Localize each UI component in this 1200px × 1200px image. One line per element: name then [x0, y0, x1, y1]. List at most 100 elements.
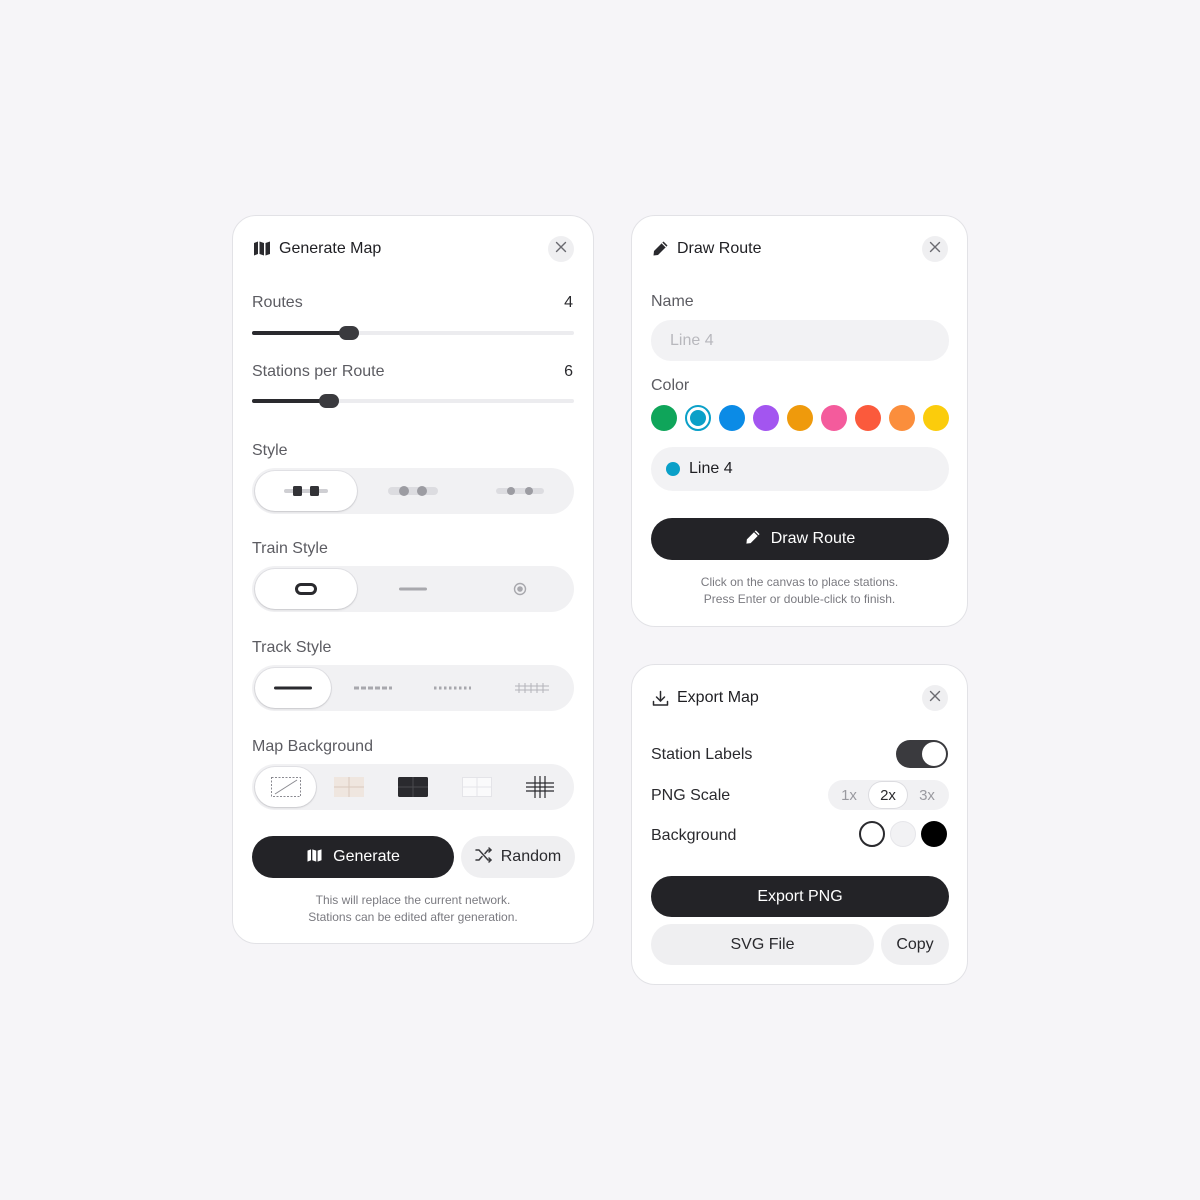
svg-file-button[interactable]: SVG File — [651, 924, 874, 965]
bg-paper-grid-icon — [333, 777, 364, 797]
track-option-dotted[interactable] — [413, 668, 491, 708]
hint-line-1: This will replace the current network. — [315, 893, 511, 907]
hint-line-2: Press Enter or double-click to finish. — [703, 592, 896, 606]
train-option-line[interactable] — [361, 569, 465, 609]
map-icon — [253, 240, 271, 261]
track-rail-icon — [514, 683, 549, 693]
color-label: Color — [651, 377, 690, 394]
routes-slider-thumb[interactable] — [338, 326, 359, 340]
name-label: Name — [651, 293, 694, 310]
png-scale-label: PNG Scale — [651, 787, 731, 804]
style-small-icon — [496, 487, 544, 495]
background-swatch[interactable] — [859, 821, 885, 847]
generate-map-panel: Generate Map Routes 4 Stations per Route… — [232, 215, 594, 944]
style-option-square[interactable] — [255, 471, 357, 511]
train-option-pill[interactable] — [255, 569, 357, 609]
pencil-icon — [745, 529, 761, 550]
track-style-selector — [252, 665, 574, 711]
bg-option-dark[interactable] — [381, 767, 444, 807]
hint-line-1: Click on the canvas to place stations. — [700, 575, 899, 589]
train-line-icon — [399, 587, 427, 591]
copy-button[interactable]: Copy — [881, 924, 949, 965]
color-swatch[interactable] — [685, 405, 711, 431]
train-style-label: Train Style — [252, 540, 328, 557]
train-option-dot[interactable] — [468, 569, 572, 609]
draw-route-button-label: Draw Route — [770, 530, 856, 547]
export-map-panel: Export Map Station Labels PNG Scale 1x 2x… — [631, 664, 968, 985]
color-swatch[interactable] — [719, 405, 745, 431]
color-swatch[interactable] — [753, 405, 779, 431]
bg-option-hash-grid[interactable] — [509, 767, 571, 807]
background-selector — [859, 821, 951, 849]
close-icon — [929, 689, 941, 707]
background-swatch[interactable] — [890, 821, 916, 847]
random-button[interactable]: Random — [461, 836, 575, 878]
track-option-solid[interactable] — [255, 668, 331, 708]
panel-title: Export Map — [677, 689, 759, 706]
bg-light-grid-icon — [461, 777, 492, 797]
png-scale-selector: 1x 2x 3x — [828, 780, 949, 810]
map-background-selector — [252, 764, 574, 810]
route-preview: Line 4 — [651, 447, 949, 491]
random-button-label: Random — [500, 848, 562, 865]
background-swatch[interactable] — [921, 821, 947, 847]
style-option-small[interactable] — [468, 471, 572, 511]
color-swatches — [651, 405, 951, 433]
routes-label: Routes — [252, 294, 303, 311]
train-style-selector — [252, 566, 574, 612]
close-icon — [555, 240, 567, 258]
stations-value: 6 — [564, 363, 573, 380]
color-swatch[interactable] — [855, 405, 881, 431]
bg-hash-grid-icon — [526, 776, 554, 798]
track-option-rail[interactable] — [492, 668, 571, 708]
draw-hint: Click on the canvas to place stations. P… — [632, 574, 967, 608]
close-icon — [929, 240, 941, 258]
export-png-button[interactable]: Export PNG — [651, 876, 949, 917]
copy-label: Copy — [896, 935, 934, 953]
bg-option-light-grid[interactable] — [445, 767, 508, 807]
panel-title: Generate Map — [279, 240, 382, 257]
style-label: Style — [252, 442, 288, 459]
bg-none-icon — [270, 777, 301, 797]
color-swatch[interactable] — [651, 405, 677, 431]
stations-slider-thumb[interactable] — [319, 394, 340, 408]
export-png-label: Export PNG — [757, 887, 843, 905]
routes-slider[interactable] — [252, 326, 574, 340]
style-selector — [252, 468, 574, 514]
map-background-label: Map Background — [252, 738, 373, 755]
color-swatch[interactable] — [821, 405, 847, 431]
close-button[interactable] — [548, 236, 574, 262]
track-solid-icon — [274, 686, 312, 690]
track-dashed-icon — [354, 686, 392, 690]
station-labels-toggle[interactable] — [896, 740, 948, 768]
route-color-dot — [666, 462, 680, 476]
route-preview-label: Line 4 — [689, 460, 733, 477]
routes-value: 4 — [564, 294, 573, 311]
download-icon — [652, 690, 669, 712]
png-scale-option[interactable]: 2x — [869, 782, 907, 808]
bg-option-none[interactable] — [255, 767, 316, 807]
panel-title: Draw Route — [677, 240, 762, 257]
color-swatch[interactable] — [923, 405, 949, 431]
close-button[interactable] — [922, 236, 948, 262]
png-scale-option[interactable]: 3x — [908, 782, 946, 808]
route-name-input[interactable] — [651, 320, 949, 361]
draw-route-button[interactable]: Draw Route — [651, 518, 949, 560]
background-label: Background — [651, 827, 737, 844]
close-button[interactable] — [922, 685, 948, 711]
color-swatch[interactable] — [889, 405, 915, 431]
style-square-icon — [284, 486, 328, 496]
bg-option-paper-grid[interactable] — [317, 767, 380, 807]
png-scale-option[interactable]: 1x — [830, 782, 868, 808]
generate-button[interactable]: Generate — [252, 836, 454, 878]
generate-hint: This will replace the current network. S… — [233, 892, 593, 926]
stations-label: Stations per Route — [252, 363, 385, 380]
stations-slider[interactable] — [252, 394, 574, 408]
bg-dark-icon — [397, 777, 428, 797]
color-swatch[interactable] — [787, 405, 813, 431]
pencil-icon — [652, 240, 669, 262]
draw-route-panel: Draw Route Name Color Line 4 Draw Route … — [631, 215, 968, 627]
style-option-round[interactable] — [361, 471, 465, 511]
track-option-dashed[interactable] — [334, 668, 412, 708]
track-style-label: Track Style — [252, 639, 332, 656]
